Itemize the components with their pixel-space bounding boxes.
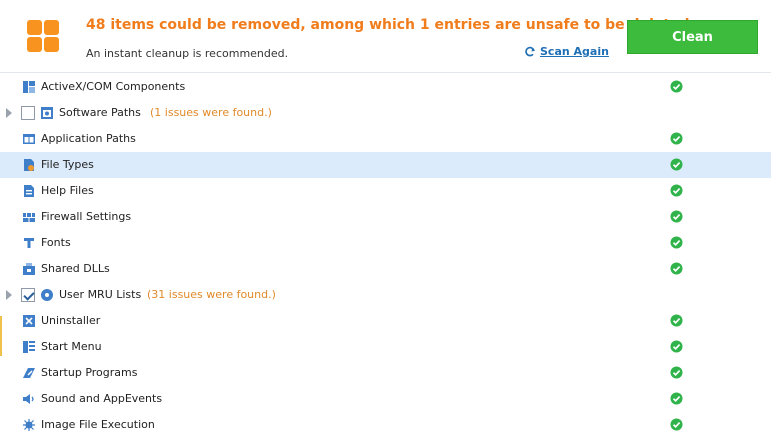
ok-check-icon — [670, 132, 683, 145]
expand-arrow-icon[interactable] — [6, 108, 12, 118]
result-row[interactable]: User MRU Lists (31 issues were found.) — [0, 282, 771, 308]
activex-icon — [23, 81, 35, 93]
result-row[interactable]: Start Menu — [0, 334, 771, 360]
result-row[interactable]: Application Paths — [0, 126, 771, 152]
result-row-label: Uninstaller — [41, 314, 101, 327]
scan-again-label[interactable]: Scan Again — [540, 45, 609, 58]
result-row-label: Fonts — [41, 236, 71, 249]
expand-arrow-icon[interactable] — [6, 290, 12, 300]
ok-check-icon — [670, 418, 683, 431]
fonts-icon — [24, 238, 34, 248]
result-row[interactable]: Shared DLLs — [0, 256, 771, 282]
user-mru-icon — [41, 289, 53, 301]
scan-results-list: ActiveX/COM Components Software Paths (1 i… — [0, 74, 771, 439]
firewall-icon — [23, 213, 35, 222]
ok-check-icon — [670, 210, 683, 223]
result-row[interactable]: Fonts — [0, 230, 771, 256]
result-row[interactable]: ActiveX/COM Components — [0, 74, 771, 100]
scan-summary-title: 48 items could be removed, among which 1… — [86, 17, 695, 33]
image-file-execution-icon — [23, 419, 35, 431]
ok-check-icon — [670, 340, 683, 353]
startup-programs-icon — [23, 368, 35, 378]
ok-check-icon — [670, 392, 683, 405]
result-row-label: Start Menu — [41, 340, 102, 353]
result-row-label: Firewall Settings — [41, 210, 132, 223]
application-paths-icon — [23, 134, 35, 144]
result-row[interactable]: Help Files — [0, 178, 771, 204]
refresh-icon — [525, 46, 535, 56]
summary-header: 48 items could be removed, among which 1… — [0, 0, 771, 73]
file-types-icon — [24, 159, 34, 171]
scan-summary-subtitle: An instant cleanup is recommended. — [86, 47, 289, 60]
result-row[interactable]: Startup Programs — [0, 360, 771, 386]
help-files-icon — [24, 185, 34, 197]
software-paths-icon — [41, 107, 53, 119]
result-row[interactable]: Uninstaller — [0, 308, 771, 334]
left-edge-marker — [0, 316, 2, 356]
app-logo-icon — [27, 20, 59, 52]
result-row-label: ActiveX/COM Components — [41, 80, 186, 93]
ok-check-icon — [670, 158, 683, 171]
result-row-label: Image File Execution — [41, 418, 155, 431]
result-row-label: Help Files — [41, 184, 94, 197]
scan-again-link[interactable]: Scan Again — [524, 45, 609, 58]
ok-check-icon — [670, 80, 683, 93]
issue-count-text: (1 issues were found.) — [150, 106, 272, 119]
issue-count-text: (31 issues were found.) — [147, 288, 276, 301]
result-row[interactable]: Sound and AppEvents — [0, 386, 771, 412]
result-row-label: Application Paths — [41, 132, 136, 145]
result-row[interactable]: Firewall Settings — [0, 204, 771, 230]
result-row-label: Shared DLLs — [41, 262, 110, 275]
result-row-label: User MRU Lists — [59, 288, 142, 301]
sound-icon — [23, 394, 34, 404]
ok-check-icon — [670, 236, 683, 249]
result-row[interactable]: Image File Execution — [0, 412, 771, 438]
row-checkbox[interactable] — [21, 106, 35, 120]
result-row-label: Software Paths — [59, 106, 141, 119]
uninstaller-icon — [23, 315, 35, 327]
row-checkbox[interactable] — [21, 288, 35, 302]
ok-check-icon — [670, 262, 683, 275]
ok-check-icon — [670, 366, 683, 379]
start-menu-icon — [23, 341, 35, 353]
result-row-label: Startup Programs — [41, 366, 138, 379]
result-row[interactable]: Software Paths (1 issues were found.) — [0, 100, 771, 126]
ok-check-icon — [670, 314, 683, 327]
result-row-label: Sound and AppEvents — [41, 392, 163, 405]
result-row[interactable]: File Types — [0, 152, 771, 178]
result-row-label: File Types — [41, 158, 94, 171]
ok-check-icon — [670, 184, 683, 197]
clean-button[interactable]: Clean — [627, 20, 758, 54]
shared-dlls-icon — [23, 263, 35, 275]
